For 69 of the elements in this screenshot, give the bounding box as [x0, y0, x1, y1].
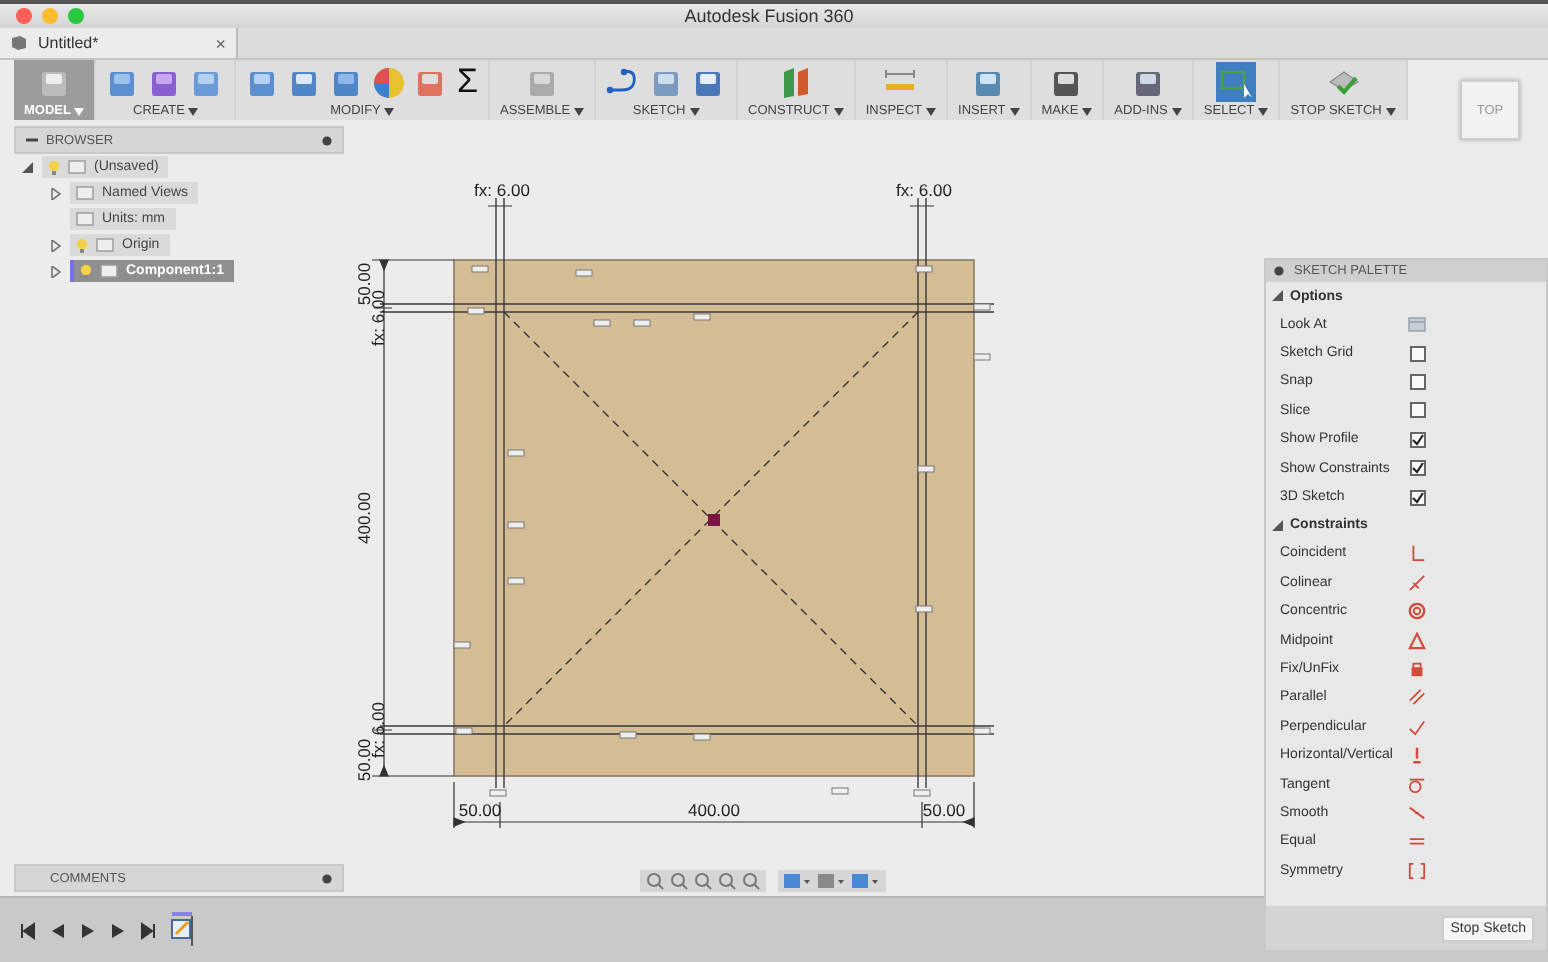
caret-icon — [1009, 107, 1020, 116]
display-settings-icon[interactable] — [784, 872, 812, 890]
checkbox[interactable] — [1410, 402, 1426, 419]
caret-icon — [1385, 107, 1396, 116]
dimension-label[interactable]: fx: 6.00 — [896, 180, 952, 200]
coincident-icon[interactable] — [1408, 544, 1426, 563]
checkbox[interactable] — [1410, 460, 1426, 477]
checkbox[interactable] — [1410, 345, 1426, 362]
dimension-label[interactable]: 400.00 — [688, 800, 740, 820]
center-point — [708, 514, 720, 526]
caret-icon — [689, 107, 700, 116]
dimension-label[interactable]: 50.00 — [354, 262, 374, 306]
caret-icon — [926, 107, 937, 116]
grid-icon[interactable] — [852, 872, 880, 890]
dot-icon[interactable] — [322, 873, 332, 883]
skip-to-start-icon[interactable] — [20, 921, 36, 939]
appearance-icon[interactable] — [372, 65, 407, 100]
plane-icon[interactable] — [779, 64, 812, 101]
dot-icon[interactable] — [1274, 266, 1284, 276]
close-window-button[interactable] — [16, 8, 32, 25]
equal-icon[interactable] — [1408, 832, 1426, 851]
smooth-icon[interactable] — [1408, 803, 1426, 822]
lightbulb-icon[interactable] — [76, 237, 88, 253]
midpoint-icon[interactable] — [1408, 631, 1426, 650]
play-icon[interactable] — [110, 921, 126, 939]
sum-glyph[interactable]: Σ — [456, 64, 478, 101]
document-tab[interactable]: Untitled* × — [0, 28, 238, 59]
dimension-label[interactable]: fx: 6.00 — [474, 180, 530, 200]
sketch-feature-icon[interactable] — [170, 912, 198, 948]
caret-icon — [188, 107, 199, 116]
dimension-label[interactable]: 50.00 — [354, 738, 374, 782]
collapse-icon[interactable] — [26, 136, 38, 144]
window-title: Autodesk Fusion 360 — [682, 6, 856, 27]
colinear-icon[interactable] — [1408, 573, 1426, 592]
expanded-arrow-icon[interactable] — [1272, 519, 1284, 532]
dot-icon[interactable] — [322, 135, 332, 145]
lock-icon[interactable] — [1408, 659, 1426, 678]
parallel-icon[interactable] — [1408, 688, 1426, 707]
caret-icon — [384, 107, 395, 116]
perpendicular-icon[interactable] — [1408, 717, 1426, 736]
lightbulb-icon[interactable] — [48, 159, 60, 175]
visual-style-icon[interactable] — [818, 872, 846, 890]
step-back-icon[interactable] — [50, 921, 66, 939]
finish-sketch-icon[interactable] — [1325, 66, 1362, 99]
caret-icon — [1258, 107, 1269, 116]
dimension-label[interactable]: 50.00 — [458, 800, 502, 820]
caret-icon — [1082, 107, 1093, 116]
horizontal-vertical-icon[interactable] — [1408, 746, 1426, 765]
zoom-icon[interactable] — [718, 872, 736, 890]
cube-icon — [10, 34, 28, 53]
caret-icon — [833, 107, 844, 116]
caret-icon — [1171, 107, 1182, 116]
symmetry-icon[interactable] — [1408, 861, 1426, 880]
expanded-arrow-icon[interactable] — [1272, 290, 1284, 302]
dimension-label[interactable]: 400.00 — [354, 492, 374, 544]
caret-icon — [574, 107, 585, 116]
checkbox[interactable] — [1410, 373, 1426, 390]
select-icon[interactable] — [1216, 62, 1257, 103]
skip-to-end-icon[interactable] — [140, 921, 156, 939]
lightbulb-icon[interactable] — [80, 263, 92, 279]
concentric-icon[interactable] — [1408, 602, 1426, 621]
dimension-label[interactable]: 50.00 — [922, 800, 966, 820]
dimension-label[interactable]: fx: 6.00 — [368, 290, 388, 346]
caret-icon — [74, 107, 85, 116]
dimension-label[interactable]: fx: 6.00 — [368, 702, 388, 758]
checkbox[interactable] — [1410, 431, 1426, 448]
tangent-icon[interactable] — [1408, 775, 1426, 794]
close-tab-button[interactable]: × — [215, 33, 226, 54]
checkbox[interactable] — [1410, 489, 1426, 506]
